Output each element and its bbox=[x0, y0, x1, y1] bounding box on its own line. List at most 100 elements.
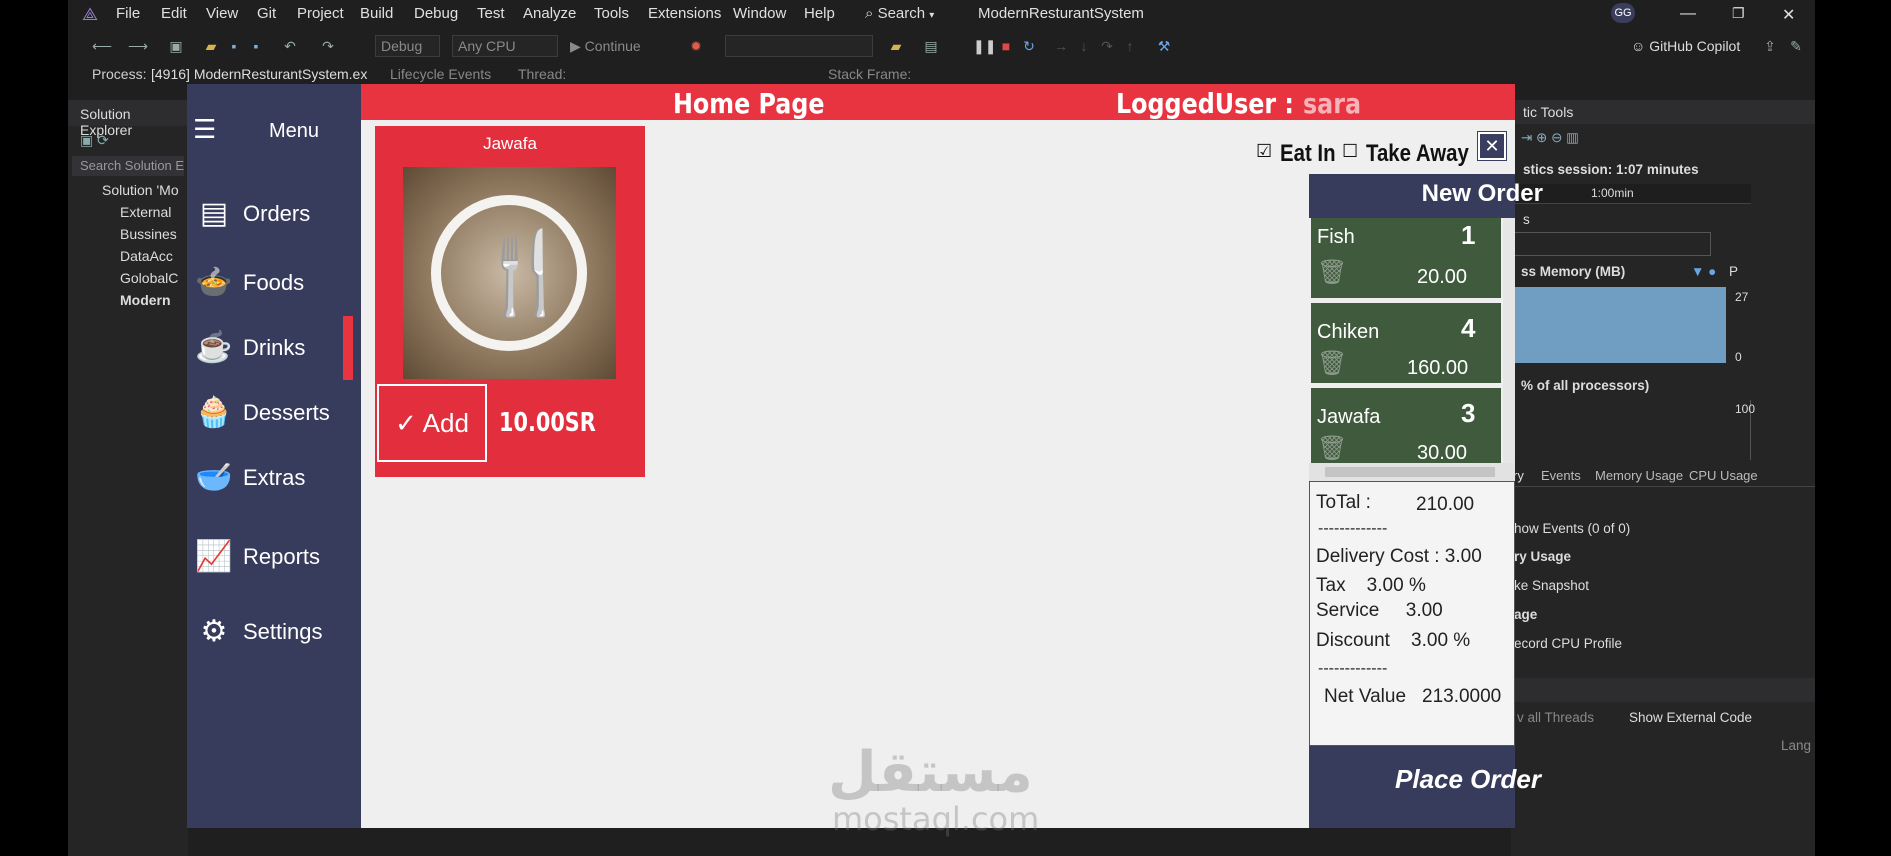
menu-view[interactable]: View bbox=[206, 5, 238, 22]
tree-item[interactable]: Bussines bbox=[76, 226, 180, 248]
menu-analyze[interactable]: Analyze bbox=[523, 5, 576, 22]
menu-test[interactable]: Test bbox=[477, 5, 505, 22]
menu-build[interactable]: Build bbox=[360, 5, 393, 22]
scroll-thumb[interactable] bbox=[1325, 467, 1495, 477]
step-out-icon[interactable]: ↑ bbox=[1122, 38, 1138, 54]
tab-cpu-usage[interactable]: CPU Usage bbox=[1689, 468, 1758, 483]
step-over-icon[interactable]: ↷ bbox=[1099, 38, 1115, 54]
restore-icon[interactable]: ❐ bbox=[1732, 5, 1745, 22]
close-order-button[interactable]: ✕ bbox=[1477, 131, 1507, 161]
undo-icon[interactable]: ↶ bbox=[282, 38, 298, 54]
timeline-label: 1:00min bbox=[1591, 186, 1634, 200]
foods-icon: 🍲 bbox=[195, 266, 233, 299]
avatar[interactable]: GG bbox=[1611, 3, 1635, 23]
nav-settings-label: Settings bbox=[243, 619, 323, 644]
nav-reports[interactable]: 📈 Reports bbox=[195, 532, 345, 582]
continue-button[interactable]: ▶ Continue bbox=[570, 38, 641, 55]
copilot-button[interactable]: ☺ GitHub Copilot bbox=[1631, 38, 1740, 54]
nav-foods[interactable]: 🍲 Foods bbox=[195, 258, 345, 308]
process-select[interactable]: [4916] ModernResturantSystem.ex bbox=[151, 66, 367, 82]
trash-icon[interactable]: 🗑 bbox=[1317, 258, 1347, 287]
total-label: ToTal : bbox=[1316, 492, 1371, 513]
extras-icon: 🥣 bbox=[195, 461, 233, 494]
nav-drinks[interactable]: ☕ Drinks bbox=[195, 323, 345, 373]
menu-extensions[interactable]: Extensions bbox=[648, 5, 721, 22]
order-item-qty[interactable]: 4 bbox=[1461, 313, 1475, 344]
order-items-list: Fish 1 🗑 20.00 Chiken 4 🗑 160.00 Jawafa … bbox=[1309, 218, 1515, 463]
order-item-qty[interactable]: 1 bbox=[1461, 220, 1475, 251]
restaurant-app-window: ☰ Menu ▤ Orders 🍲 Foods ☕ Drinks 🧁 Desse… bbox=[187, 84, 1543, 828]
solution-search-input[interactable]: Search Solution E bbox=[72, 156, 184, 176]
step-into-icon[interactable]: ↓ bbox=[1076, 38, 1092, 54]
hot-reload-icon[interactable]: ✹ bbox=[688, 38, 704, 54]
trash-icon[interactable]: 🗑 bbox=[1317, 434, 1347, 463]
nav-reports-label: Reports bbox=[243, 544, 321, 569]
tree-item[interactable]: External bbox=[76, 204, 180, 226]
folder-icon[interactable]: ▰ bbox=[888, 38, 904, 54]
minimize-icon[interactable]: — bbox=[1680, 5, 1696, 23]
save-icon[interactable]: ▪ bbox=[226, 38, 242, 54]
order-item-qty[interactable]: 3 bbox=[1461, 398, 1475, 429]
nav-orders[interactable]: ▤ Orders bbox=[195, 189, 345, 239]
add-button[interactable]: ✓ Add bbox=[377, 384, 487, 462]
stop-icon[interactable]: ■ bbox=[998, 38, 1014, 54]
menu-file[interactable]: File bbox=[116, 5, 140, 22]
show-external-code[interactable]: Show External Code bbox=[1629, 710, 1752, 725]
platform-select[interactable]: Any CPU bbox=[452, 35, 558, 57]
close-icon[interactable]: ✕ bbox=[1782, 5, 1795, 25]
add-label: Add bbox=[422, 408, 469, 438]
take-snapshot[interactable]: ke Snapshot bbox=[1511, 575, 1815, 599]
new-project-icon[interactable]: ▣ bbox=[168, 38, 184, 54]
diag-icon[interactable]: ⚒ bbox=[1156, 38, 1172, 54]
nav-orders-label: Orders bbox=[243, 201, 311, 226]
forward-icon[interactable]: ⟶ bbox=[128, 38, 148, 54]
feedback-icon[interactable]: ✎ bbox=[1788, 38, 1804, 54]
take-away-checkbox[interactable]: ☐ bbox=[1342, 141, 1358, 162]
app-header: Home Page LoggedUser : sara bbox=[361, 84, 1515, 120]
horizontal-scrollbar[interactable] bbox=[1309, 463, 1515, 481]
product-image[interactable]: 🍴 bbox=[403, 167, 616, 379]
vs-search[interactable]: ⌕ Search ▾ bbox=[865, 5, 934, 22]
menu-project[interactable]: Project bbox=[297, 5, 344, 22]
window-icon[interactable]: ▤ bbox=[923, 38, 939, 54]
restart-icon[interactable]: ↻ bbox=[1021, 38, 1037, 54]
menu-edit[interactable]: Edit bbox=[161, 5, 187, 22]
place-order-button[interactable]: Place Order bbox=[1309, 746, 1541, 828]
vertical-scrollbar[interactable] bbox=[1503, 218, 1515, 463]
menu-git[interactable]: Git bbox=[257, 5, 276, 22]
trash-icon[interactable]: 🗑 bbox=[1317, 349, 1347, 378]
show-all-threads[interactable]: v all Threads bbox=[1517, 710, 1594, 725]
save-all-icon[interactable]: ▪ bbox=[248, 38, 264, 54]
tree-item[interactable]: Solution 'Mo bbox=[76, 182, 180, 204]
order-type: ☑ Eat In ☐ Take Away bbox=[1256, 139, 1506, 169]
hamburger-icon[interactable]: ☰ bbox=[193, 114, 233, 144]
nav-settings[interactable]: ⚙ Settings bbox=[195, 607, 345, 657]
vs-toolbar: ⟵ ⟶ ▣ ▰ ▪ ▪ ↶ ↷ Debug Any CPU ▶ Continue… bbox=[68, 30, 1815, 64]
tab-memory-usage[interactable]: Memory Usage bbox=[1595, 468, 1683, 483]
back-icon[interactable]: ⟵ bbox=[92, 38, 112, 54]
menu-help[interactable]: Help bbox=[804, 5, 835, 22]
lifecycle-events[interactable]: Lifecycle Events bbox=[390, 66, 491, 82]
open-folder-icon[interactable]: ▰ bbox=[203, 38, 219, 54]
step-icon[interactable]: → bbox=[1053, 38, 1069, 54]
record-cpu-profile[interactable]: ecord CPU Profile bbox=[1511, 633, 1815, 657]
chevron-down-icon: ▾ bbox=[929, 10, 935, 21]
config-select[interactable]: Debug bbox=[375, 35, 440, 57]
menu-window[interactable]: Window bbox=[733, 5, 786, 22]
share-icon[interactable]: ⇪ bbox=[1762, 38, 1778, 54]
eat-in-checkbox[interactable]: ☑ bbox=[1256, 141, 1272, 162]
nav-extras[interactable]: 🥣 Extras bbox=[195, 453, 345, 503]
nav-desserts[interactable]: 🧁 Desserts bbox=[195, 388, 345, 438]
menu-tools[interactable]: Tools bbox=[594, 5, 629, 22]
tree-item[interactable]: DataAcc bbox=[76, 248, 180, 270]
solution-tree: Solution 'Mo External Bussines DataAcc G… bbox=[68, 180, 188, 316]
legend-p: P bbox=[1729, 264, 1739, 279]
pause-icon[interactable]: ❚❚ bbox=[973, 38, 996, 54]
menu-debug[interactable]: Debug bbox=[414, 5, 458, 22]
target-select[interactable] bbox=[725, 35, 873, 57]
tab-events[interactable]: Events bbox=[1541, 468, 1581, 483]
show-events[interactable]: how Events (0 of 0) bbox=[1511, 518, 1815, 542]
tree-item[interactable]: GolobalC bbox=[76, 270, 180, 292]
redo-icon[interactable]: ↷ bbox=[320, 38, 336, 54]
tree-item[interactable]: Modern bbox=[76, 292, 180, 314]
